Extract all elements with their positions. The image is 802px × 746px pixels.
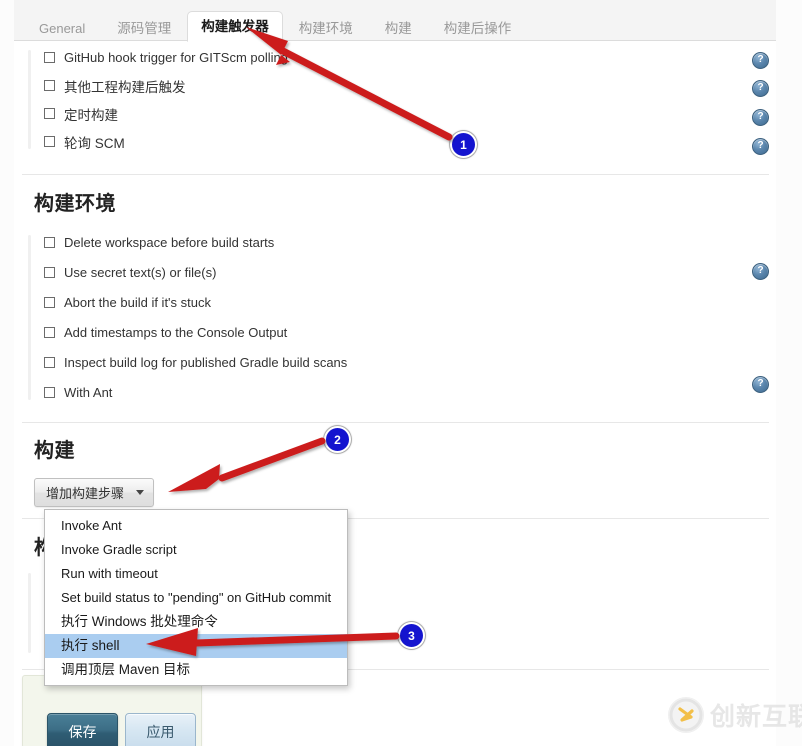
build-step-dropdown-menu[interactable]: Invoke Ant Invoke Gradle script Run with… [44, 509, 348, 686]
annotation-badge-3-label: 3 [408, 628, 415, 643]
section-title-build: 构建 [34, 440, 75, 462]
checkbox-row-inspect-gradle-scans[interactable]: Inspect build log for published Gradle b… [22, 351, 762, 374]
divider-above-build-environment [22, 174, 769, 175]
watermark: 创新互联 [668, 697, 802, 733]
divider-above-build [22, 422, 769, 423]
help-icon-github-hook[interactable] [752, 52, 769, 69]
tab-post-build-actions[interactable]: 构建后操作 [428, 15, 528, 41]
tab-source-code-management[interactable]: 源码管理 [101, 15, 187, 41]
checkbox-use-secret-text[interactable] [44, 267, 55, 278]
annotation-badge-1-label: 1 [460, 137, 467, 152]
help-icon-use-secret-text[interactable] [752, 263, 769, 280]
menu-item-invoke-gradle-script[interactable]: Invoke Gradle script [45, 538, 347, 562]
save-button[interactable]: 保存 [47, 713, 118, 746]
checkbox-row-use-secret-text[interactable]: Use secret text(s) or file(s) [22, 261, 762, 284]
checkbox-with-ant[interactable] [44, 387, 55, 398]
menu-item-execute-shell[interactable]: 执行 shell [45, 634, 347, 658]
apply-button[interactable]: 应用 [125, 713, 196, 746]
checkbox-row-add-timestamps[interactable]: Add timestamps to the Console Output [22, 321, 762, 344]
checkbox-delete-workspace[interactable] [44, 237, 55, 248]
checkbox-label-with-ant: With Ant [64, 385, 113, 400]
section-title-build-environment: 构建环境 [34, 193, 116, 215]
checkbox-other-project-trigger[interactable] [44, 80, 55, 91]
annotation-badge-1: 1 [450, 131, 477, 158]
menu-item-run-with-timeout[interactable]: Run with timeout [45, 562, 347, 586]
tab-build-environment[interactable]: 构建环境 [283, 15, 369, 41]
add-build-step-button[interactable]: 增加构建步骤 [34, 478, 155, 507]
save-button-label: 保存 [68, 723, 97, 740]
menu-item-invoke-top-level-maven[interactable]: 调用顶层 Maven 目标 [45, 658, 347, 682]
checkbox-row-with-ant[interactable]: With Ant [22, 381, 762, 404]
checkbox-label-add-timestamps: Add timestamps to the Console Output [64, 325, 288, 340]
checkbox-label-use-secret-text: Use secret text(s) or file(s) [64, 265, 217, 280]
annotation-badge-2-label: 2 [334, 432, 341, 447]
checkbox-label-delete-workspace: Delete workspace before build starts [64, 235, 275, 250]
build-triggers-options: GitHub hook trigger for GITScm polling 其… [22, 46, 762, 153]
apply-button-label: 应用 [146, 723, 175, 740]
menu-item-execute-windows-batch[interactable]: 执行 Windows 批处理命令 [45, 610, 347, 634]
checkbox-label-scheduled-build: 定时构建 [64, 107, 118, 123]
checkbox-row-abort-stuck-build[interactable]: Abort the build if it's stuck [22, 291, 762, 314]
tab-build[interactable]: 构建 [369, 15, 428, 41]
screenshot-root: General 源码管理 构建触发器 构建环境 构建 构建后操作 GitHub … [0, 0, 802, 746]
annotation-badge-3: 3 [398, 622, 425, 649]
checkbox-label-github-hook: GitHub hook trigger for GITScm polling [64, 50, 288, 65]
help-icon-scheduled-build[interactable] [752, 109, 769, 126]
checkbox-label-inspect-gradle-scans: Inspect build log for published Gradle b… [64, 355, 348, 370]
checkbox-row-delete-workspace[interactable]: Delete workspace before build starts [22, 231, 762, 254]
annotation-badge-2: 2 [324, 426, 351, 453]
watermark-text: 创新互联 [710, 703, 802, 731]
checkbox-github-hook[interactable] [44, 52, 55, 63]
tab-general[interactable]: General [23, 15, 101, 41]
tab-list: General 源码管理 构建触发器 构建环境 构建 构建后操作 [23, 8, 528, 42]
checkbox-scheduled-build[interactable] [44, 108, 55, 119]
add-build-step-label: 增加构建步骤 [46, 486, 125, 501]
watermark-logo-icon [668, 697, 704, 733]
menu-item-set-build-status-github[interactable]: Set build status to "pending" on GitHub … [45, 586, 347, 610]
tab-build-triggers[interactable]: 构建触发器 [187, 11, 283, 42]
config-tab-bar: General 源码管理 构建触发器 构建环境 构建 构建后操作 [14, 0, 776, 42]
checkbox-abort-stuck-build[interactable] [44, 297, 55, 308]
checkbox-inspect-gradle-scans[interactable] [44, 357, 55, 368]
checkbox-poll-scm[interactable] [44, 136, 55, 147]
help-icon-other-project-trigger[interactable] [752, 80, 769, 97]
checkbox-label-poll-scm: 轮询 SCM [64, 135, 125, 151]
build-environment-options: Delete workspace before build starts Use… [22, 231, 762, 404]
chevron-down-icon [136, 490, 145, 495]
help-icon-with-ant[interactable] [752, 376, 769, 393]
help-icon-poll-scm[interactable] [752, 138, 769, 155]
config-form-body: GitHub hook trigger for GITScm polling 其… [14, 41, 776, 746]
checkbox-add-timestamps[interactable] [44, 327, 55, 338]
checkbox-row-scheduled-build[interactable]: 定时构建 [22, 102, 762, 125]
checkbox-row-other-project-trigger[interactable]: 其他工程构建后触发 [22, 74, 762, 97]
menu-item-invoke-ant[interactable]: Invoke Ant [45, 514, 347, 538]
checkbox-label-abort-stuck-build: Abort the build if it's stuck [64, 295, 211, 310]
checkbox-row-poll-scm[interactable]: 轮询 SCM [22, 130, 762, 153]
checkbox-row-github-hook[interactable]: GitHub hook trigger for GITScm polling [22, 46, 762, 69]
checkbox-label-other-project-trigger: 其他工程构建后触发 [64, 79, 186, 95]
